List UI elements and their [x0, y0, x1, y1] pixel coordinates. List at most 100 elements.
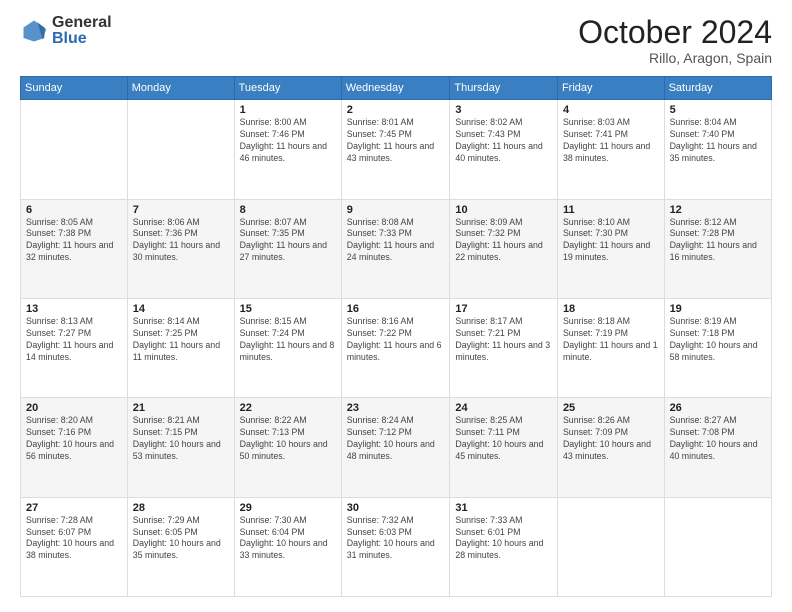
day-info: Sunrise: 8:12 AM Sunset: 7:28 PM Dayligh… — [670, 217, 766, 265]
calendar-cell: 1Sunrise: 8:00 AM Sunset: 7:46 PM Daylig… — [234, 100, 341, 199]
logo-icon — [20, 17, 48, 45]
day-number: 23 — [347, 402, 445, 414]
calendar-cell: 22Sunrise: 8:22 AM Sunset: 7:13 PM Dayli… — [234, 398, 341, 497]
calendar-cell: 9Sunrise: 8:08 AM Sunset: 7:33 PM Daylig… — [341, 199, 450, 298]
day-info: Sunrise: 8:10 AM Sunset: 7:30 PM Dayligh… — [563, 217, 659, 265]
title-block: October 2024 Rillo, Aragon, Spain — [578, 15, 772, 66]
day-info: Sunrise: 7:28 AM Sunset: 6:07 PM Dayligh… — [26, 515, 122, 563]
header-row: SundayMondayTuesdayWednesdayThursdayFrid… — [21, 77, 772, 100]
day-number: 12 — [670, 204, 766, 216]
day-number: 26 — [670, 402, 766, 414]
month-title: October 2024 — [578, 15, 772, 50]
day-number: 25 — [563, 402, 659, 414]
day-info: Sunrise: 8:06 AM Sunset: 7:36 PM Dayligh… — [133, 217, 229, 265]
calendar-table: SundayMondayTuesdayWednesdayThursdayFrid… — [20, 76, 772, 597]
location: Rillo, Aragon, Spain — [578, 50, 772, 66]
day-number: 7 — [133, 204, 229, 216]
day-info: Sunrise: 8:19 AM Sunset: 7:18 PM Dayligh… — [670, 316, 766, 364]
calendar-cell: 31Sunrise: 7:33 AM Sunset: 6:01 PM Dayli… — [450, 497, 558, 596]
day-number: 28 — [133, 502, 229, 514]
calendar-cell: 14Sunrise: 8:14 AM Sunset: 7:25 PM Dayli… — [127, 298, 234, 397]
day-info: Sunrise: 8:25 AM Sunset: 7:11 PM Dayligh… — [455, 415, 552, 463]
day-info: Sunrise: 7:32 AM Sunset: 6:03 PM Dayligh… — [347, 515, 445, 563]
calendar-week-row: 20Sunrise: 8:20 AM Sunset: 7:16 PM Dayli… — [21, 398, 772, 497]
calendar-cell: 30Sunrise: 7:32 AM Sunset: 6:03 PM Dayli… — [341, 497, 450, 596]
day-number: 21 — [133, 402, 229, 414]
calendar-cell: 11Sunrise: 8:10 AM Sunset: 7:30 PM Dayli… — [557, 199, 664, 298]
day-number: 30 — [347, 502, 445, 514]
day-number: 13 — [26, 303, 122, 315]
calendar-cell: 2Sunrise: 8:01 AM Sunset: 7:45 PM Daylig… — [341, 100, 450, 199]
header: General Blue October 2024 Rillo, Aragon,… — [20, 15, 772, 66]
logo-text: General Blue — [52, 15, 112, 47]
calendar-cell: 24Sunrise: 8:25 AM Sunset: 7:11 PM Dayli… — [450, 398, 558, 497]
calendar-week-row: 27Sunrise: 7:28 AM Sunset: 6:07 PM Dayli… — [21, 497, 772, 596]
day-info: Sunrise: 8:27 AM Sunset: 7:08 PM Dayligh… — [670, 415, 766, 463]
day-number: 4 — [563, 104, 659, 116]
day-number: 18 — [563, 303, 659, 315]
calendar-cell: 16Sunrise: 8:16 AM Sunset: 7:22 PM Dayli… — [341, 298, 450, 397]
day-number: 22 — [240, 402, 336, 414]
day-info: Sunrise: 8:05 AM Sunset: 7:38 PM Dayligh… — [26, 217, 122, 265]
calendar-cell: 21Sunrise: 8:21 AM Sunset: 7:15 PM Dayli… — [127, 398, 234, 497]
day-of-week-header: Monday — [127, 77, 234, 100]
day-number: 15 — [240, 303, 336, 315]
logo-general-text: General — [52, 15, 112, 31]
day-number: 9 — [347, 204, 445, 216]
day-info: Sunrise: 8:00 AM Sunset: 7:46 PM Dayligh… — [240, 117, 336, 165]
day-of-week-header: Sunday — [21, 77, 128, 100]
day-info: Sunrise: 8:16 AM Sunset: 7:22 PM Dayligh… — [347, 316, 445, 364]
day-number: 2 — [347, 104, 445, 116]
calendar-cell: 27Sunrise: 7:28 AM Sunset: 6:07 PM Dayli… — [21, 497, 128, 596]
calendar-week-row: 13Sunrise: 8:13 AM Sunset: 7:27 PM Dayli… — [21, 298, 772, 397]
day-number: 24 — [455, 402, 552, 414]
day-of-week-header: Wednesday — [341, 77, 450, 100]
day-info: Sunrise: 8:15 AM Sunset: 7:24 PM Dayligh… — [240, 316, 336, 364]
day-info: Sunrise: 8:03 AM Sunset: 7:41 PM Dayligh… — [563, 117, 659, 165]
day-number: 31 — [455, 502, 552, 514]
day-number: 16 — [347, 303, 445, 315]
day-info: Sunrise: 8:02 AM Sunset: 7:43 PM Dayligh… — [455, 117, 552, 165]
calendar-cell: 17Sunrise: 8:17 AM Sunset: 7:21 PM Dayli… — [450, 298, 558, 397]
day-number: 17 — [455, 303, 552, 315]
day-of-week-header: Saturday — [664, 77, 771, 100]
calendar-week-row: 1Sunrise: 8:00 AM Sunset: 7:46 PM Daylig… — [21, 100, 772, 199]
logo: General Blue — [20, 15, 112, 47]
calendar-cell: 28Sunrise: 7:29 AM Sunset: 6:05 PM Dayli… — [127, 497, 234, 596]
day-number: 1 — [240, 104, 336, 116]
day-number: 8 — [240, 204, 336, 216]
day-number: 19 — [670, 303, 766, 315]
day-info: Sunrise: 8:14 AM Sunset: 7:25 PM Dayligh… — [133, 316, 229, 364]
day-of-week-header: Tuesday — [234, 77, 341, 100]
day-info: Sunrise: 8:21 AM Sunset: 7:15 PM Dayligh… — [133, 415, 229, 463]
calendar-cell: 29Sunrise: 7:30 AM Sunset: 6:04 PM Dayli… — [234, 497, 341, 596]
day-info: Sunrise: 8:18 AM Sunset: 7:19 PM Dayligh… — [563, 316, 659, 364]
calendar-cell: 23Sunrise: 8:24 AM Sunset: 7:12 PM Dayli… — [341, 398, 450, 497]
day-info: Sunrise: 8:24 AM Sunset: 7:12 PM Dayligh… — [347, 415, 445, 463]
calendar-cell: 6Sunrise: 8:05 AM Sunset: 7:38 PM Daylig… — [21, 199, 128, 298]
day-number: 11 — [563, 204, 659, 216]
day-info: Sunrise: 8:04 AM Sunset: 7:40 PM Dayligh… — [670, 117, 766, 165]
calendar-body: 1Sunrise: 8:00 AM Sunset: 7:46 PM Daylig… — [21, 100, 772, 597]
day-info: Sunrise: 8:08 AM Sunset: 7:33 PM Dayligh… — [347, 217, 445, 265]
calendar-cell: 5Sunrise: 8:04 AM Sunset: 7:40 PM Daylig… — [664, 100, 771, 199]
calendar-cell: 4Sunrise: 8:03 AM Sunset: 7:41 PM Daylig… — [557, 100, 664, 199]
day-number: 6 — [26, 204, 122, 216]
day-of-week-header: Thursday — [450, 77, 558, 100]
calendar-cell: 25Sunrise: 8:26 AM Sunset: 7:09 PM Dayli… — [557, 398, 664, 497]
calendar-cell — [557, 497, 664, 596]
calendar-cell: 12Sunrise: 8:12 AM Sunset: 7:28 PM Dayli… — [664, 199, 771, 298]
day-info: Sunrise: 8:20 AM Sunset: 7:16 PM Dayligh… — [26, 415, 122, 463]
page: General Blue October 2024 Rillo, Aragon,… — [0, 0, 792, 612]
calendar-cell: 15Sunrise: 8:15 AM Sunset: 7:24 PM Dayli… — [234, 298, 341, 397]
calendar-cell — [127, 100, 234, 199]
calendar-cell — [21, 100, 128, 199]
day-number: 14 — [133, 303, 229, 315]
day-info: Sunrise: 8:09 AM Sunset: 7:32 PM Dayligh… — [455, 217, 552, 265]
day-number: 27 — [26, 502, 122, 514]
day-info: Sunrise: 7:30 AM Sunset: 6:04 PM Dayligh… — [240, 515, 336, 563]
day-info: Sunrise: 8:07 AM Sunset: 7:35 PM Dayligh… — [240, 217, 336, 265]
calendar-cell: 3Sunrise: 8:02 AM Sunset: 7:43 PM Daylig… — [450, 100, 558, 199]
calendar-cell: 19Sunrise: 8:19 AM Sunset: 7:18 PM Dayli… — [664, 298, 771, 397]
calendar-cell: 7Sunrise: 8:06 AM Sunset: 7:36 PM Daylig… — [127, 199, 234, 298]
